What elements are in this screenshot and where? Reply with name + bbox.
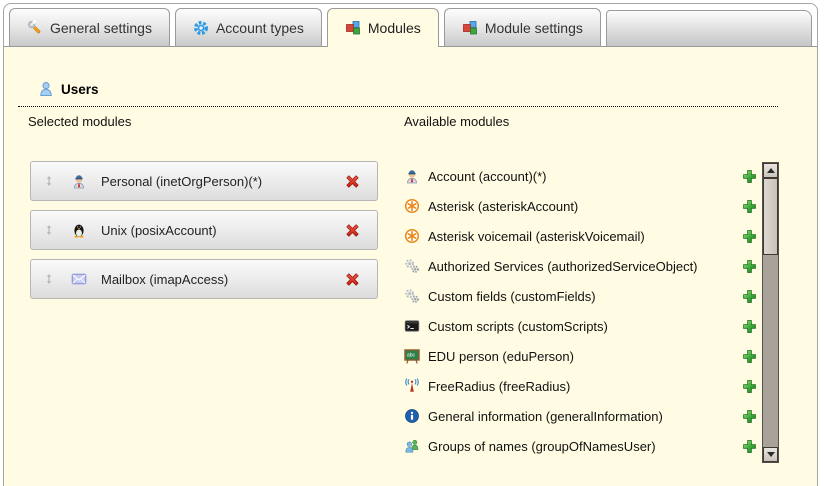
module-label: Mailbox (imapAccess) <box>101 272 228 287</box>
module-label: Personal (inetOrgPerson)(*) <box>101 174 262 189</box>
drag-handle-icon[interactable] <box>43 224 55 236</box>
add-module-button[interactable] <box>741 288 758 305</box>
available-module-row: Custom scripts (customScripts) <box>404 311 760 341</box>
settings-panel: General settings Account types Modules M… <box>3 3 818 486</box>
available-module-row: abc EDU person (eduPerson) <box>404 341 760 371</box>
available-modules-scrollbar[interactable] <box>762 162 779 463</box>
account-type-section-header: Users <box>18 81 778 107</box>
module-label: Custom fields (customFields) <box>428 289 596 304</box>
tab-label: Account types <box>216 20 304 36</box>
available-modules-label: Available modules <box>404 114 509 129</box>
info-icon <box>404 408 420 424</box>
terminal-icon <box>404 318 420 334</box>
chalkboard-icon: abc <box>404 348 420 364</box>
tux-icon <box>71 222 87 238</box>
svg-text:abc: abc <box>407 353 416 359</box>
selected-modules-list: Personal (inetOrgPerson)(*) Unix (posixA… <box>30 161 378 299</box>
scroll-down-button[interactable] <box>763 447 778 462</box>
module-label: Groups of names (groupOfNamesUser) <box>428 439 656 454</box>
section-title: Users <box>61 82 99 97</box>
module-label: Asterisk voicemail (asteriskVoicemail) <box>428 229 645 244</box>
available-module-row: Groups of names (groupOfNamesUser) <box>404 431 760 461</box>
remove-module-button[interactable] <box>344 222 361 239</box>
modules-tab-content: Users Selected modules Available modules… <box>4 47 817 486</box>
tab-module-settings[interactable]: Module settings <box>444 8 601 46</box>
add-module-button[interactable] <box>741 318 758 335</box>
tab-account-types[interactable]: Account types <box>175 8 322 46</box>
available-module-row: Account (account)(*) <box>404 161 760 191</box>
tab-general-settings[interactable]: General settings <box>9 8 170 46</box>
tab-bar-filler <box>606 10 812 46</box>
available-module-row: Asterisk (asteriskAccount) <box>404 191 760 221</box>
add-module-button[interactable] <box>741 168 758 185</box>
add-module-button[interactable] <box>741 378 758 395</box>
module-label: EDU person (eduPerson) <box>428 349 574 364</box>
add-module-button[interactable] <box>741 198 758 215</box>
scrollbar-thumb[interactable] <box>763 178 778 255</box>
module-label: General information (generalInformation) <box>428 409 663 424</box>
available-module-row: Custom fields (customFields) <box>404 281 760 311</box>
tab-label: Modules <box>368 20 421 36</box>
tab-bar: General settings Account types Modules M… <box>4 4 817 47</box>
modules-icon <box>345 20 361 36</box>
user-icon <box>38 81 54 97</box>
account-icon <box>404 168 420 184</box>
arrow-down-icon <box>767 452 775 457</box>
tab-modules[interactable]: Modules <box>327 8 439 47</box>
selected-module-row[interactable]: Personal (inetOrgPerson)(*) <box>30 161 378 201</box>
tab-label: General settings <box>50 20 152 36</box>
antenna-icon <box>404 378 420 394</box>
group-icon <box>404 438 420 454</box>
available-module-row: General information (generalInformation) <box>404 401 760 431</box>
mailbox-icon <box>71 271 87 287</box>
available-module-row: Asterisk voicemail (asteriskVoicemail) <box>404 221 760 251</box>
add-module-button[interactable] <box>741 228 758 245</box>
module-label: Authorized Services (authorizedServiceOb… <box>428 259 698 274</box>
available-module-row: Authorized Services (authorizedServiceOb… <box>404 251 760 281</box>
gears-icon <box>404 258 420 274</box>
wrench-icon <box>27 20 43 36</box>
add-module-button[interactable] <box>741 438 758 455</box>
personal-icon <box>71 173 87 189</box>
asterisk-icon <box>404 198 420 214</box>
remove-module-button[interactable] <box>344 271 361 288</box>
selected-module-row[interactable]: Mailbox (imapAccess) <box>30 259 378 299</box>
available-module-row: FreeRadius (freeRadius) <box>404 371 760 401</box>
module-label: Account (account)(*) <box>428 169 547 184</box>
arrow-up-icon <box>767 168 775 173</box>
selected-modules-label: Selected modules <box>28 114 131 129</box>
module-label: Asterisk (asteriskAccount) <box>428 199 578 214</box>
gear-icon <box>193 20 209 36</box>
add-module-button[interactable] <box>741 258 758 275</box>
remove-module-button[interactable] <box>344 173 361 190</box>
selected-module-row[interactable]: Unix (posixAccount) <box>30 210 378 250</box>
available-modules-list: Account (account)(*) Asterisk (asteriskA… <box>404 161 760 461</box>
module-label: FreeRadius (freeRadius) <box>428 379 570 394</box>
modules-icon <box>462 20 478 36</box>
asterisk-icon <box>404 228 420 244</box>
module-label: Unix (posixAccount) <box>101 223 217 238</box>
module-label: Custom scripts (customScripts) <box>428 319 608 334</box>
drag-handle-icon[interactable] <box>43 175 55 187</box>
drag-handle-icon[interactable] <box>43 273 55 285</box>
lam-configuration-page: General settings Account types Modules M… <box>0 0 825 486</box>
add-module-button[interactable] <box>741 348 758 365</box>
add-module-button[interactable] <box>741 408 758 425</box>
scroll-up-button[interactable] <box>763 163 778 178</box>
gears-icon <box>404 288 420 304</box>
tab-label: Module settings <box>485 20 583 36</box>
